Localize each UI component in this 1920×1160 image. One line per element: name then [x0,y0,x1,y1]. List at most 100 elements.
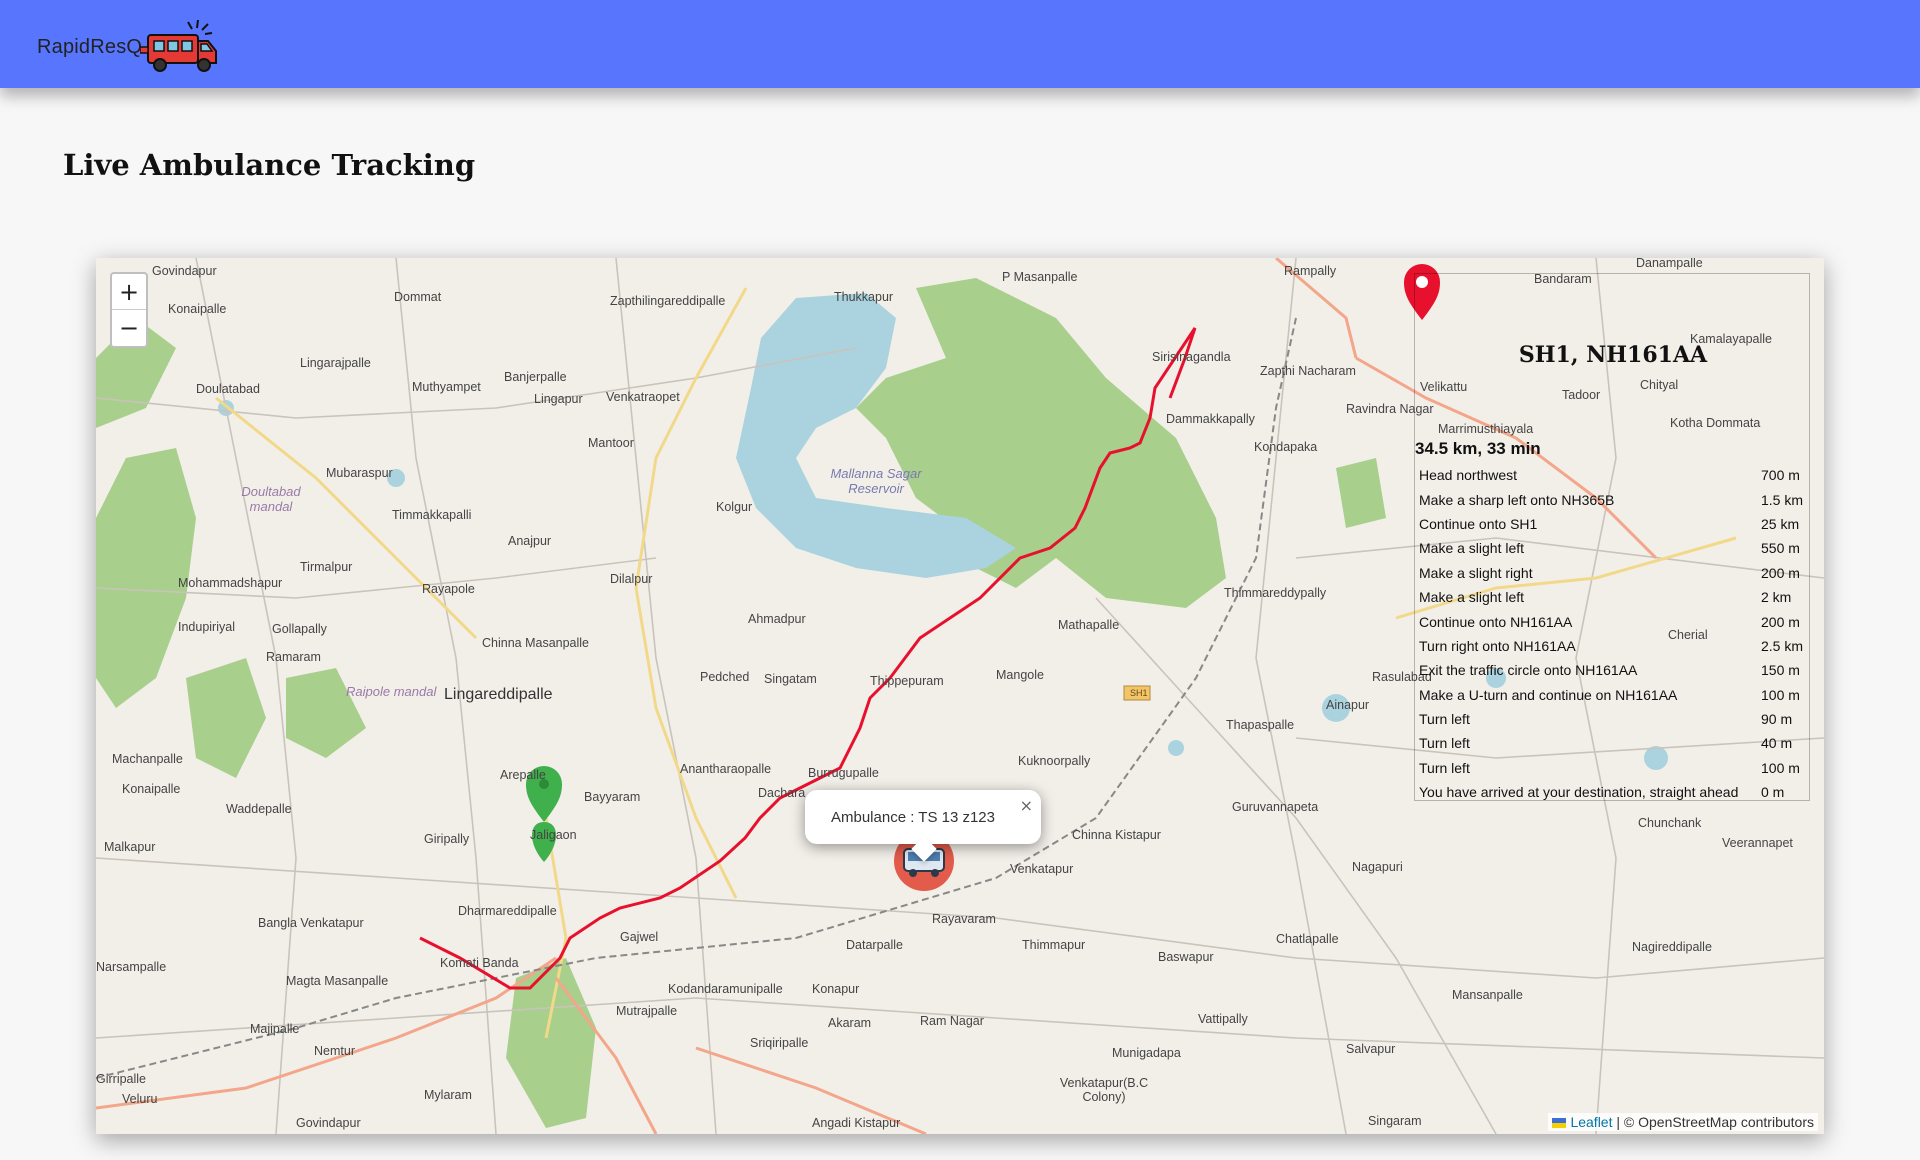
place-label: Tirmalpur [300,560,353,574]
place-label: Thukkapur [834,290,894,304]
place-label: Kondapaka [1254,440,1318,454]
place-label: Chunchank [1638,816,1702,830]
place-label: Konaipalle [122,782,181,796]
place-label: Timmakkapalli [392,508,472,522]
place-label: Dharmareddipalle [458,904,557,918]
zoom-in-button[interactable]: + [112,274,146,310]
place-label: Malkapur [104,840,156,854]
route-instructions-table: Head northwest 700 m Make a sharp left ont… [1416,463,1810,804]
route-step[interactable]: Turn left 100 m [1416,756,1810,780]
route-step[interactable]: Turn left 90 m [1416,707,1810,731]
route-step[interactable]: Make a slight right 200 m [1416,561,1810,585]
place-label: Chinna Masanpalle [482,636,590,650]
place-label: Kolgur [716,500,753,514]
place-label: Baswapur [1158,950,1214,964]
step-distance: 2 km [1761,589,1792,606]
place-label: Nagireddipalle [1632,940,1712,954]
step-instruction: Continue onto NH161AA [1419,613,1573,630]
step-instruction: Exit the traffic circle onto NH161AA [1419,662,1638,679]
route-step[interactable]: Continue onto NH161AA 200 m [1416,609,1810,633]
place-label: Anantharaopalle [680,762,772,776]
step-distance: 90 m [1761,711,1793,728]
step-instruction: Turn right onto NH161AA [1419,637,1576,654]
route-step[interactable]: Continue onto SH1 25 km [1416,512,1810,536]
place-label: Doulatabad [196,382,260,396]
place-label: Thapaspalle [1226,718,1295,732]
logo-text: RapidResQ [37,35,143,58]
app-header: RapidResQ [0,0,1920,88]
step-instruction: Head northwest [1419,467,1518,484]
place-label: Nemtur [314,1044,355,1058]
place-label: Bayyaram [584,790,641,804]
place-label: Nagapuri [1352,860,1403,874]
step-distance: 2.5 km [1761,637,1804,654]
reservoir-label: Mallanna Sagar Reservoir [830,466,922,496]
popup-close-button[interactable]: × [1020,796,1033,815]
ambulance-logo-icon [140,19,218,72]
place-label: Lingapur [534,392,583,406]
route-itinerary-panel: SH1, NH161AA 34.5 km, 33 min Head northw… [1414,273,1810,801]
place-label: Zapthi Nacharam [1260,364,1356,378]
route-step[interactable]: Make a U-turn and continue on NH161AA 100… [1416,683,1810,707]
step-instruction: Make a slight right [1419,564,1533,581]
app-logo[interactable]: RapidResQ [37,19,220,74]
place-label: Konapur [812,982,860,996]
place-label: Veerannapet [1722,836,1793,850]
place-label: Mathapalle [1058,618,1120,632]
place-label: Sriqiripalle [750,1036,809,1050]
step-distance: 25 km [1761,515,1800,532]
page-title: Live Ambulance Tracking [63,148,476,182]
route-step[interactable]: Head northwest 700 m [1416,463,1810,487]
step-distance: 100 m [1761,686,1800,703]
route-step[interactable]: Make a slight left 550 m [1416,536,1810,560]
route-step[interactable]: Turn left 40 m [1416,731,1810,755]
place-label: Angadi Kistapur [812,1116,901,1130]
ukraine-flag-icon [1552,1118,1567,1128]
place-label: Gollapally [272,622,327,636]
place-label: Munigadapa [1112,1046,1181,1060]
place-label: Dommat [394,290,442,304]
attribution-text: | © OpenStreetMap contributors [1612,1114,1814,1130]
place-label: Chinna Kistapur [1072,828,1161,842]
place-label: Majipalle [250,1022,300,1036]
step-distance: 200 m [1761,613,1800,630]
place-label: Dachara [758,786,806,800]
place-label: Govindapur [296,1116,361,1130]
place-label: Kuknoorpally [1018,754,1091,768]
place-label: Kodandaramunipalle [668,982,783,996]
place-label: Mansanpalle [1452,988,1523,1002]
place-label: Salvapur [1346,1042,1396,1056]
zoom-out-button[interactable]: − [112,310,146,346]
leaflet-link[interactable]: Leaflet [1570,1114,1612,1130]
place-label: Dammakkapally [1166,412,1255,426]
place-label: Chatlapalle [1276,932,1339,946]
place-label: Girripalle [96,1072,147,1086]
step-instruction: Make a sharp left onto NH365B [1419,491,1615,508]
place-label: Narsampalle [96,960,167,974]
place-label: Komati Banda [440,956,519,970]
place-label: Giripally [424,832,470,846]
place-label: Vattipally [1198,1012,1248,1026]
map-container[interactable]: SH1 Govindapur Konaipalle Dommat Zapthil… [96,258,1824,1134]
place-label: Veluru [122,1092,158,1106]
place-label: Venkatraopet [606,390,680,404]
place-label: Ahmadpur [748,612,806,626]
step-distance: 1.5 km [1761,491,1804,508]
place-label: Thippepuram [870,674,944,688]
place-label: Thimmapur [1022,938,1086,952]
route-step[interactable]: Make a sharp left onto NH365B 1.5 km [1416,487,1810,511]
route-step[interactable]: Turn right onto NH161AA 2.5 km [1416,634,1810,658]
place-label: Mubaraspur [326,466,393,480]
route-step[interactable]: You have arrived at your destination, st… [1416,780,1810,804]
road-shield: SH1 [1130,688,1148,698]
step-instruction: Make a slight left [1419,540,1525,557]
place-label: Burrugupalle [808,766,879,780]
step-distance: 200 m [1761,564,1800,581]
place-label: Zapthilingareddipalle [610,294,726,308]
place-label: Arepalle [500,768,546,782]
place-label: Guruvannapeta [1232,800,1319,814]
route-step[interactable]: Make a slight left 2 km [1416,585,1810,609]
place-label: Indupiriyal [178,620,235,634]
place-label: Venkatapur(B.C Colony) [1059,1076,1149,1104]
route-step[interactable]: Exit the traffic circle onto NH161AA 150 … [1416,658,1810,682]
